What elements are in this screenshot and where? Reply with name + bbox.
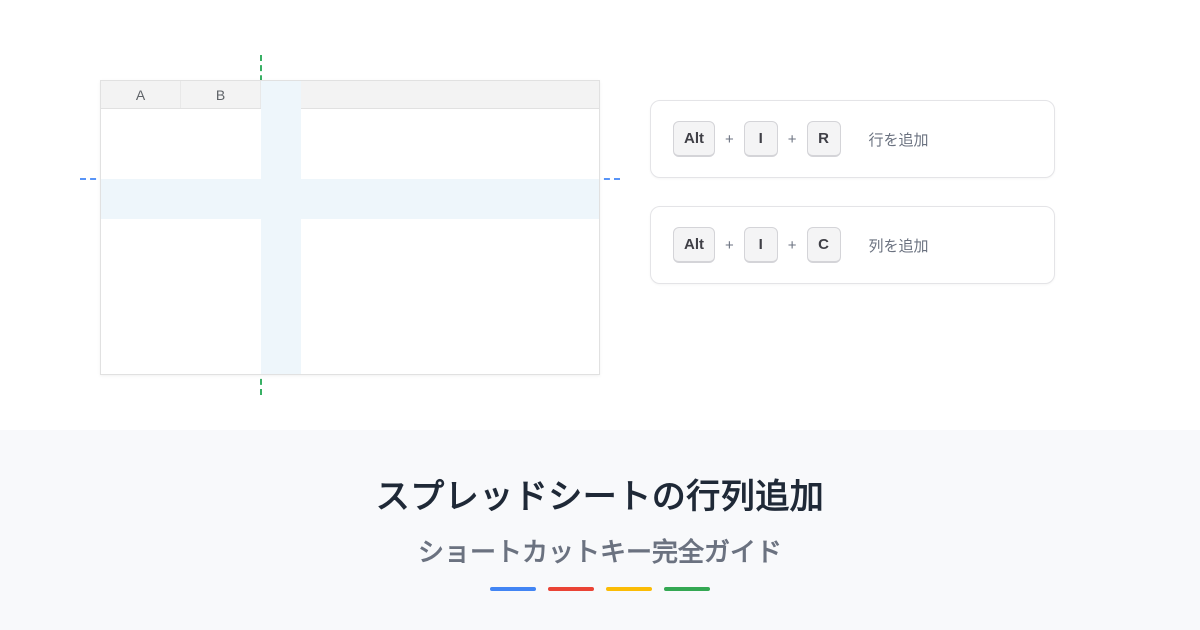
inserted-column-highlight [261, 81, 301, 374]
key-c: C [807, 227, 841, 263]
key-separator: + [725, 237, 734, 254]
accent-underline [490, 587, 710, 591]
accent-bar-blue [490, 587, 536, 591]
key-alt: Alt [673, 227, 715, 263]
shortcut-card-add-column: Alt + I + C 列を追加 [650, 206, 1055, 284]
key-separator: + [725, 131, 734, 148]
key-alt: Alt [673, 121, 715, 157]
key-separator: + [788, 237, 797, 254]
key-i: I [744, 121, 778, 157]
column-header-a: A [101, 81, 181, 108]
accent-bar-red [548, 587, 594, 591]
shortcut-list: Alt + I + R 行を追加 Alt + I + C 列を追加 [650, 100, 1055, 312]
column-header-row: A B C [101, 81, 599, 109]
shortcut-card-add-row: Alt + I + R 行を追加 [650, 100, 1055, 178]
sheet-body [101, 109, 599, 374]
title-band: スプレッドシートの行列追加 ショートカットキー完全ガイド [0, 430, 1200, 630]
page-subtitle: ショートカットキー完全ガイド [418, 532, 782, 569]
key-combo: Alt + I + C [673, 227, 841, 263]
key-separator: + [788, 131, 797, 148]
illustration-area: A B C Alt + I + R 行を追加 Alt + I + [0, 0, 1200, 430]
inserted-row-highlight [101, 179, 599, 219]
page-title: スプレッドシートの行列追加 [376, 469, 825, 518]
key-combo: Alt + I + R [673, 121, 841, 157]
spreadsheet-mock: A B C [100, 80, 600, 375]
shortcut-label: 列を追加 [869, 235, 929, 256]
accent-bar-green [664, 587, 710, 591]
accent-bar-yellow [606, 587, 652, 591]
key-i: I [744, 227, 778, 263]
shortcut-label: 行を追加 [869, 129, 929, 150]
key-r: R [807, 121, 841, 157]
column-header-b: B [181, 81, 261, 108]
